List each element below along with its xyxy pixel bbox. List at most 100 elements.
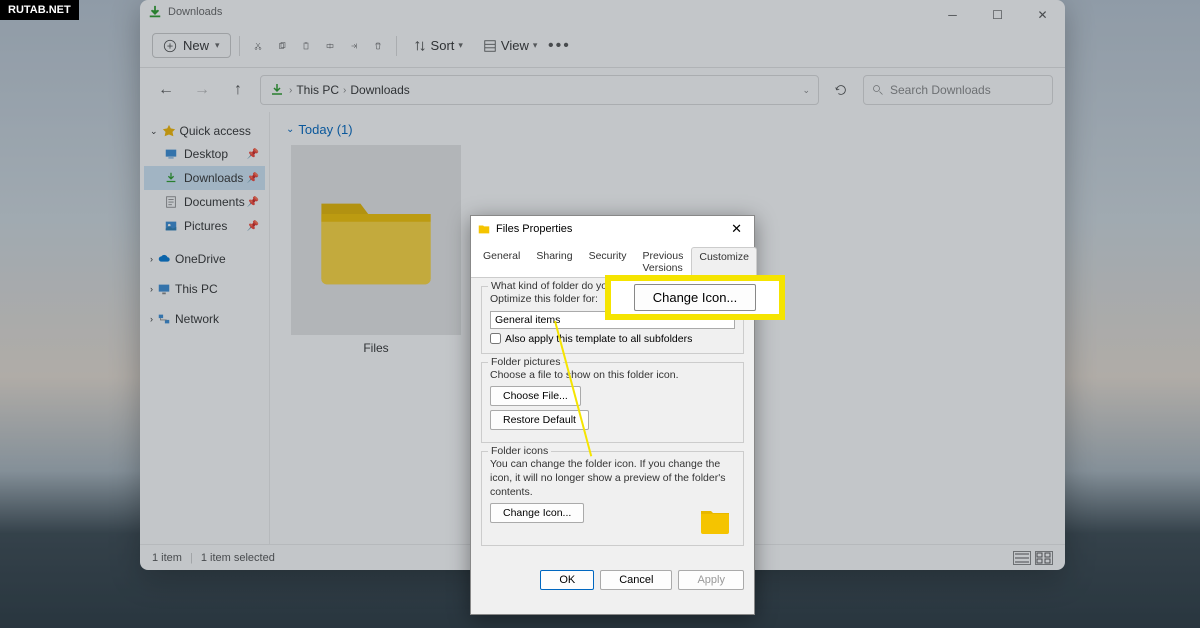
up-button[interactable]: ↑	[224, 76, 252, 104]
tab-security[interactable]: Security	[581, 246, 635, 277]
grid-view-toggle[interactable]	[1035, 551, 1053, 565]
refresh-icon	[834, 83, 848, 97]
restore-default-button[interactable]: Restore Default	[490, 410, 589, 430]
copy-button[interactable]	[272, 36, 292, 56]
search-input[interactable]: Search Downloads	[863, 75, 1053, 105]
share-button[interactable]	[344, 36, 364, 56]
breadcrumb[interactable]: › This PC › Downloads ⌄	[260, 75, 819, 105]
folder-icon	[311, 185, 441, 295]
pin-icon: 📌	[247, 149, 259, 160]
downloads-icon	[164, 171, 178, 185]
maximize-button[interactable]: ☐	[975, 0, 1020, 30]
props-footer: OK Cancel Apply	[471, 562, 754, 598]
separator	[396, 36, 397, 56]
sidebar-quick-access[interactable]: ⌄ Quick access	[144, 120, 265, 142]
pictures-icon	[164, 219, 178, 233]
toolbar: New ▾ Sort ▾ View ▾ •••	[140, 24, 1065, 68]
sidebar-item-downloads[interactable]: Downloads 📌	[144, 166, 265, 190]
cancel-button[interactable]: Cancel	[600, 570, 672, 590]
desktop-icon	[164, 147, 178, 161]
sort-icon	[413, 39, 427, 53]
titlebar: Downloads ─ ☐ ✕	[140, 0, 1065, 24]
downloads-icon	[269, 82, 285, 98]
sidebar-label: Desktop	[184, 147, 228, 161]
sidebar-this-pc[interactable]: › This PC	[144, 278, 265, 300]
change-icon-button[interactable]: Change Icon...	[490, 503, 584, 523]
back-button[interactable]: ←	[152, 76, 180, 104]
new-button[interactable]: New ▾	[152, 33, 231, 58]
breadcrumb-root[interactable]: This PC	[296, 83, 339, 97]
chevron-right-icon: ›	[150, 254, 153, 264]
sidebar-label: This PC	[175, 282, 218, 296]
sidebar-label: Pictures	[184, 219, 227, 233]
sidebar-item-documents[interactable]: Documents 📌	[144, 190, 265, 214]
sidebar-label: OneDrive	[175, 252, 226, 266]
network-icon	[157, 312, 171, 326]
watermark-badge: RUTAB.NET	[0, 0, 79, 20]
forward-button[interactable]: →	[188, 76, 216, 104]
breadcrumb-current[interactable]: Downloads	[350, 83, 409, 97]
sidebar-network[interactable]: › Network	[144, 308, 265, 330]
documents-icon	[164, 195, 178, 209]
tab-general[interactable]: General	[475, 246, 528, 277]
view-button[interactable]: View ▾	[475, 34, 545, 57]
fieldset-legend: Folder pictures	[488, 356, 563, 368]
sidebar-item-desktop[interactable]: Desktop 📌	[144, 142, 265, 166]
folder-icon	[699, 507, 731, 535]
pin-icon: 📌	[247, 173, 259, 184]
rename-button[interactable]	[320, 36, 340, 56]
tab-customize[interactable]: Customize	[691, 247, 757, 278]
select-value: General items	[495, 314, 560, 326]
chevron-right-icon: ›	[150, 284, 153, 294]
plus-circle-icon	[163, 39, 177, 53]
more-button[interactable]: •••	[549, 36, 569, 56]
cut-button[interactable]	[248, 36, 268, 56]
chevron-down-icon: ▾	[215, 40, 220, 51]
close-button[interactable]: ✕	[1020, 0, 1065, 30]
chevron-down-icon: ▾	[458, 40, 463, 51]
downloads-icon	[148, 5, 162, 19]
minimize-button[interactable]: ─	[930, 0, 975, 30]
chevron-right-icon: ›	[343, 85, 346, 96]
checkbox-input[interactable]	[490, 333, 501, 344]
callout-button: Change Icon...	[634, 284, 757, 311]
ok-button[interactable]: OK	[540, 570, 594, 590]
cloud-icon	[157, 252, 171, 266]
window-title: Downloads	[168, 6, 222, 18]
props-body: What kind of folder do you want? Optimiz…	[471, 278, 754, 562]
sidebar-label: Documents	[184, 195, 245, 209]
close-button[interactable]: ✕	[725, 221, 748, 237]
apply-subfolders-checkbox[interactable]: Also apply this template to all subfolde…	[490, 333, 735, 345]
chevron-down-icon: ⌄	[150, 126, 158, 137]
choose-file-button[interactable]: Choose File...	[490, 386, 581, 406]
new-label: New	[183, 38, 209, 53]
tab-sharing[interactable]: Sharing	[528, 246, 580, 277]
paste-button[interactable]	[296, 36, 316, 56]
fieldset-legend: Folder icons	[488, 445, 551, 457]
delete-button[interactable]	[368, 36, 388, 56]
pc-icon	[157, 282, 171, 296]
sidebar-onedrive[interactable]: › OneDrive	[144, 248, 265, 270]
search-icon	[872, 84, 884, 96]
folder-pictures-desc: Choose a file to show on this folder ico…	[490, 369, 735, 383]
sort-button[interactable]: Sort ▾	[405, 34, 471, 57]
star-icon	[162, 124, 176, 138]
group-header-today[interactable]: ⌄ Today (1)	[286, 122, 1049, 137]
list-view-toggle[interactable]	[1013, 551, 1031, 565]
separator: |	[190, 552, 193, 564]
folder-name: Files	[363, 341, 388, 355]
sort-label: Sort	[431, 38, 455, 53]
folder-item-files[interactable]: Files	[286, 145, 466, 355]
chevron-down-icon: ▾	[533, 40, 538, 51]
folder-icons-fieldset: Folder icons You can change the folder i…	[481, 451, 744, 546]
folder-icons-desc: You can change the folder icon. If you c…	[490, 458, 735, 499]
separator	[239, 36, 240, 56]
view-icon	[483, 39, 497, 53]
apply-button[interactable]: Apply	[678, 570, 744, 590]
item-count: 1 item	[152, 552, 182, 564]
chevron-down-icon[interactable]: ⌄	[802, 85, 810, 96]
tab-previous-versions[interactable]: Previous Versions	[635, 246, 692, 277]
chevron-right-icon: ›	[289, 85, 292, 96]
refresh-button[interactable]	[827, 76, 855, 104]
sidebar-item-pictures[interactable]: Pictures 📌	[144, 214, 265, 238]
